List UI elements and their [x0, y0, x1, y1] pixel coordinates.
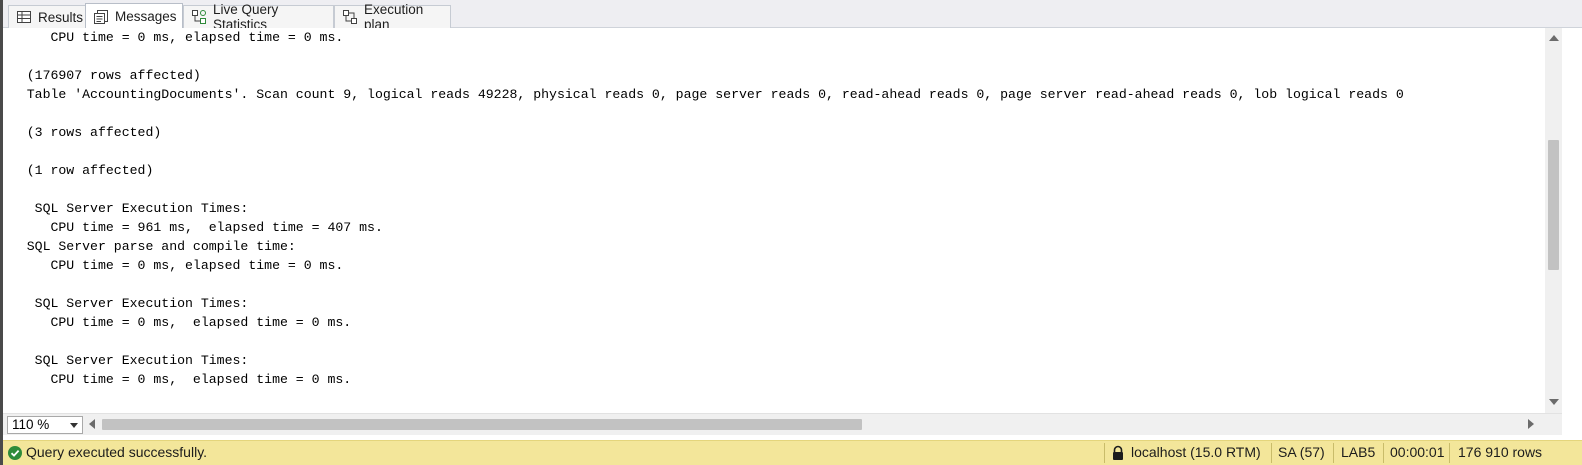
status-user: SA (57)	[1278, 444, 1325, 460]
message-line: CPU time = 0 ms, elapsed time = 0 ms.	[3, 372, 352, 387]
bottom-scroll-bar: 110 %	[3, 413, 1562, 435]
messages-pane[interactable]: CPU time = 0 ms, elapsed time = 0 ms. (1…	[3, 28, 1545, 413]
horizontal-scroll-thumb[interactable]	[102, 419, 862, 430]
scroll-left-arrow-icon[interactable]	[89, 419, 95, 429]
message-line: CPU time = 961 ms, elapsed time = 407 ms…	[3, 220, 383, 235]
message-line: CPU time = 0 ms, elapsed time = 0 ms.	[3, 258, 344, 273]
scroll-up-arrow-icon[interactable]	[1549, 35, 1559, 41]
execution-plan-icon	[342, 9, 358, 25]
message-line: CPU time = 0 ms, elapsed time = 0 ms.	[3, 315, 352, 330]
status-separator	[1333, 443, 1334, 463]
message-line: Table 'AccountingDocuments'. Scan count …	[3, 87, 1404, 102]
message-line	[3, 142, 1404, 161]
messages-text: CPU time = 0 ms, elapsed time = 0 ms. (1…	[3, 28, 1404, 389]
success-check-icon	[7, 445, 23, 461]
vertical-scroll-thumb[interactable]	[1548, 140, 1559, 270]
vertical-scrollbar[interactable]	[1545, 28, 1562, 413]
status-row-count: 176 910 rows	[1458, 444, 1543, 460]
message-line: (3 rows affected)	[3, 125, 162, 140]
tab-execution-plan[interactable]: Execution plan	[334, 2, 451, 32]
zoom-value: 110 %	[12, 417, 50, 432]
status-separator	[1104, 443, 1105, 463]
status-server: localhost (15.0 RTM)	[1131, 444, 1261, 460]
tab-messages[interactable]: Messages	[85, 3, 183, 29]
message-line: SQL Server Execution Times:	[3, 201, 249, 216]
results-tab-strip: Results Messages Live Query Statistics E…	[3, 0, 1582, 32]
message-line: CPU time = 0 ms, elapsed time = 0 ms.	[3, 30, 344, 45]
status-separator	[1449, 443, 1450, 463]
status-elapsed: 00:00:01	[1390, 444, 1445, 460]
message-line: (176907 rows affected)	[3, 68, 201, 83]
status-message: Query executed successfully.	[26, 444, 208, 460]
ssms-results-panel: Results Messages Live Query Statistics E…	[0, 0, 1582, 465]
messages-icon	[93, 9, 109, 25]
tab-live-query-statistics[interactable]: Live Query Statistics	[183, 2, 334, 32]
message-line	[3, 275, 1404, 294]
query-status-bar: Query executed successfully. localhost (…	[3, 440, 1582, 465]
message-line: SQL Server Execution Times:	[3, 296, 249, 311]
status-separator	[1271, 443, 1272, 463]
message-line: (1 row affected)	[3, 163, 154, 178]
message-line	[3, 47, 1404, 66]
live-query-stats-icon	[191, 9, 207, 25]
message-line: SQL Server Execution Times:	[3, 353, 249, 368]
message-line: SQL Server parse and compile time:	[3, 239, 296, 254]
zoom-select[interactable]: 110 %	[7, 416, 83, 434]
scroll-right-arrow-icon[interactable]	[1528, 419, 1534, 429]
grid-icon	[16, 9, 32, 25]
right-margin	[1562, 28, 1582, 440]
status-separator	[1383, 443, 1384, 463]
status-database: LAB5	[1341, 444, 1376, 460]
message-line	[3, 180, 1404, 199]
tab-results-label: Results	[38, 9, 84, 25]
message-line	[3, 104, 1404, 123]
message-line	[3, 332, 1404, 351]
tab-messages-label: Messages	[115, 9, 177, 24]
lock-icon	[1110, 445, 1126, 461]
scroll-down-arrow-icon[interactable]	[1549, 399, 1559, 405]
tab-results[interactable]: Results	[8, 5, 86, 28]
chevron-down-icon	[70, 423, 78, 428]
